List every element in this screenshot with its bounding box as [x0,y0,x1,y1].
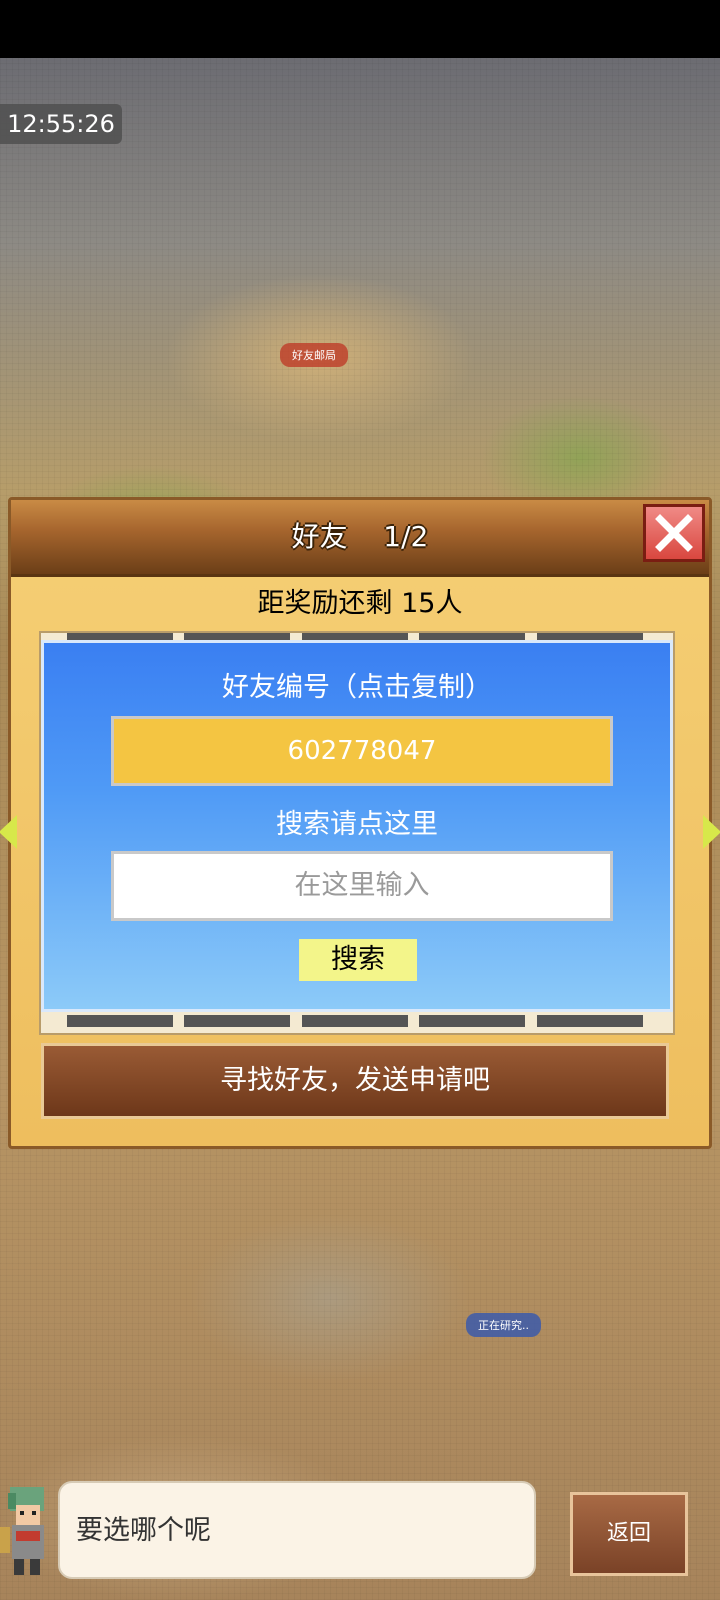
dialog-title-text: 好友 [291,520,348,553]
slot-bar [184,1015,290,1027]
friend-id-label: 好友编号（点击复制） [222,672,492,703]
next-page-arrow-icon[interactable] [703,815,720,849]
game-clock: 12:55:26 [0,104,122,144]
advisor-speech-bubble: 要选哪个呢 [58,1481,536,1579]
close-button[interactable] [643,504,705,562]
map-label-post-office[interactable]: 好友邮局 [280,343,348,367]
slot-bar [302,1015,408,1027]
search-input[interactable]: 在这里输入 [111,851,613,921]
close-icon [655,514,693,552]
slot-bar [67,1015,173,1027]
search-hint-label: 搜索请点这里 [276,809,438,840]
prev-page-arrow-icon[interactable] [0,815,17,849]
map-label-researching[interactable]: 正在研究.. [466,1313,541,1337]
dialog-title: 好友 1/2 [11,500,709,574]
search-button[interactable]: 搜索 [299,939,417,981]
advisor-avatar [0,1487,44,1575]
advisor-speech-text: 要选哪个呢 [76,1515,211,1546]
find-friends-button[interactable]: 寻找好友，发送申请吧 [41,1043,669,1119]
friend-id-panel: 好友编号（点击复制） 602778047 搜索请点这里 在这里输入 搜索 [41,640,673,1012]
status-bar [0,0,720,58]
back-button[interactable]: 返回 [570,1492,688,1576]
friends-dialog: 好友 1/2 距奖励还剩 15人 好友编号（点击复制） 602778047 搜索… [0,497,720,1149]
dialog-page-indicator: 1/2 [383,520,429,553]
slot-bar [537,1015,643,1027]
slot-bar [419,1015,525,1027]
game-screen: 12:55:26 好友邮局 正在研究.. 好友 1/2 距奖励还剩 15人 好友… [0,0,720,1600]
reward-remaining-text: 距奖励还剩 15人 [257,588,463,619]
friend-id-copy-button[interactable]: 602778047 [111,716,613,786]
